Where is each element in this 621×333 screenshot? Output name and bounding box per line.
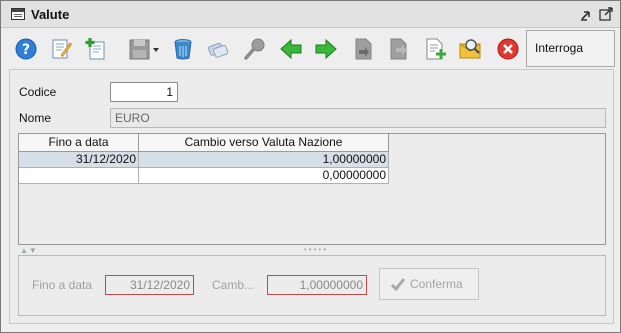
window-icon	[11, 8, 25, 20]
confirm-label: Conferma	[410, 277, 463, 291]
title-bar: Valute	[1, 1, 620, 28]
splitter-arrows-icon[interactable]: ▲▼	[20, 246, 38, 255]
detail-panel: Fino a data 31/12/2020 Camb... 1,0000000…	[18, 255, 606, 316]
delete-button[interactable]	[168, 33, 198, 65]
save-icon	[129, 39, 150, 60]
interroga-button[interactable]: Interroga	[526, 30, 615, 67]
window-title: Valute	[31, 7, 70, 22]
table-header: Fino a data Cambio verso Valuta Nazione	[19, 134, 389, 152]
minimize-icon[interactable]	[579, 6, 595, 22]
previous-button[interactable]	[276, 33, 306, 65]
previous-icon	[280, 38, 302, 60]
toolbar: ? Interroga	[8, 30, 615, 68]
export-icon	[390, 38, 407, 60]
checkmark-icon	[390, 278, 406, 292]
svg-text:?: ?	[22, 42, 30, 58]
new-icon	[85, 38, 105, 60]
detail-date-label: Fino a data	[32, 278, 93, 292]
close-icon	[497, 38, 519, 60]
search-icon	[244, 38, 265, 60]
table-row[interactable]: 31/12/2020 1,00000000	[19, 152, 389, 168]
search-button[interactable]	[240, 33, 270, 65]
next-button[interactable]	[311, 33, 341, 65]
new-button[interactable]	[81, 33, 111, 65]
help-icon: ?	[15, 38, 37, 60]
cell-fino-a-data[interactable]	[19, 168, 139, 184]
splitter[interactable]: ▲▼ •••••	[18, 245, 606, 255]
confirm-button[interactable]: Conferma	[379, 268, 479, 300]
find-record-icon	[459, 39, 481, 59]
codice-label: Codice	[19, 85, 57, 99]
import-button[interactable]	[348, 33, 378, 65]
add-document-icon	[426, 38, 446, 60]
detail-rate-field[interactable]: 1,00000000	[267, 275, 367, 295]
edit-icon	[52, 39, 72, 59]
next-icon	[315, 38, 337, 60]
maximize-icon[interactable]	[598, 6, 614, 22]
detail-date-field[interactable]: 31/12/2020	[105, 275, 194, 295]
close-button[interactable]	[493, 33, 523, 65]
copy-icon	[208, 42, 229, 58]
rates-table: Fino a data Cambio verso Valuta Nazione …	[18, 133, 606, 245]
nome-field[interactable]: EURO	[110, 108, 606, 128]
detail-rate-label: Camb...	[212, 278, 255, 292]
copy-button[interactable]	[203, 33, 233, 65]
cell-fino-a-data[interactable]: 31/12/2020	[19, 152, 139, 168]
form-panel: Codice 1 Nome EURO Fino a data Cambio ve…	[9, 69, 614, 324]
nome-label: Nome	[19, 111, 52, 125]
cell-cambio[interactable]: 0,00000000	[139, 168, 389, 184]
cell-cambio[interactable]: 1,00000000	[139, 152, 389, 168]
edit-button[interactable]	[46, 33, 76, 65]
save-button[interactable]	[124, 33, 164, 65]
table-row[interactable]: 0,00000000	[19, 168, 389, 184]
column-header-fino-a-data[interactable]: Fino a data	[19, 134, 139, 152]
import-icon	[355, 38, 372, 60]
find-record-button[interactable]	[455, 33, 485, 65]
column-header-cambio[interactable]: Cambio verso Valuta Nazione	[139, 134, 389, 152]
help-button[interactable]: ?	[11, 33, 41, 65]
add-document-button[interactable]	[420, 33, 450, 65]
window: Valute ? Interroga Codice 1 Nome EURO Fi…	[0, 0, 621, 333]
delete-icon	[174, 39, 192, 60]
splitter-grip-icon: •••••	[304, 245, 329, 254]
export-button[interactable]	[383, 33, 413, 65]
codice-field[interactable]: 1	[110, 82, 178, 102]
